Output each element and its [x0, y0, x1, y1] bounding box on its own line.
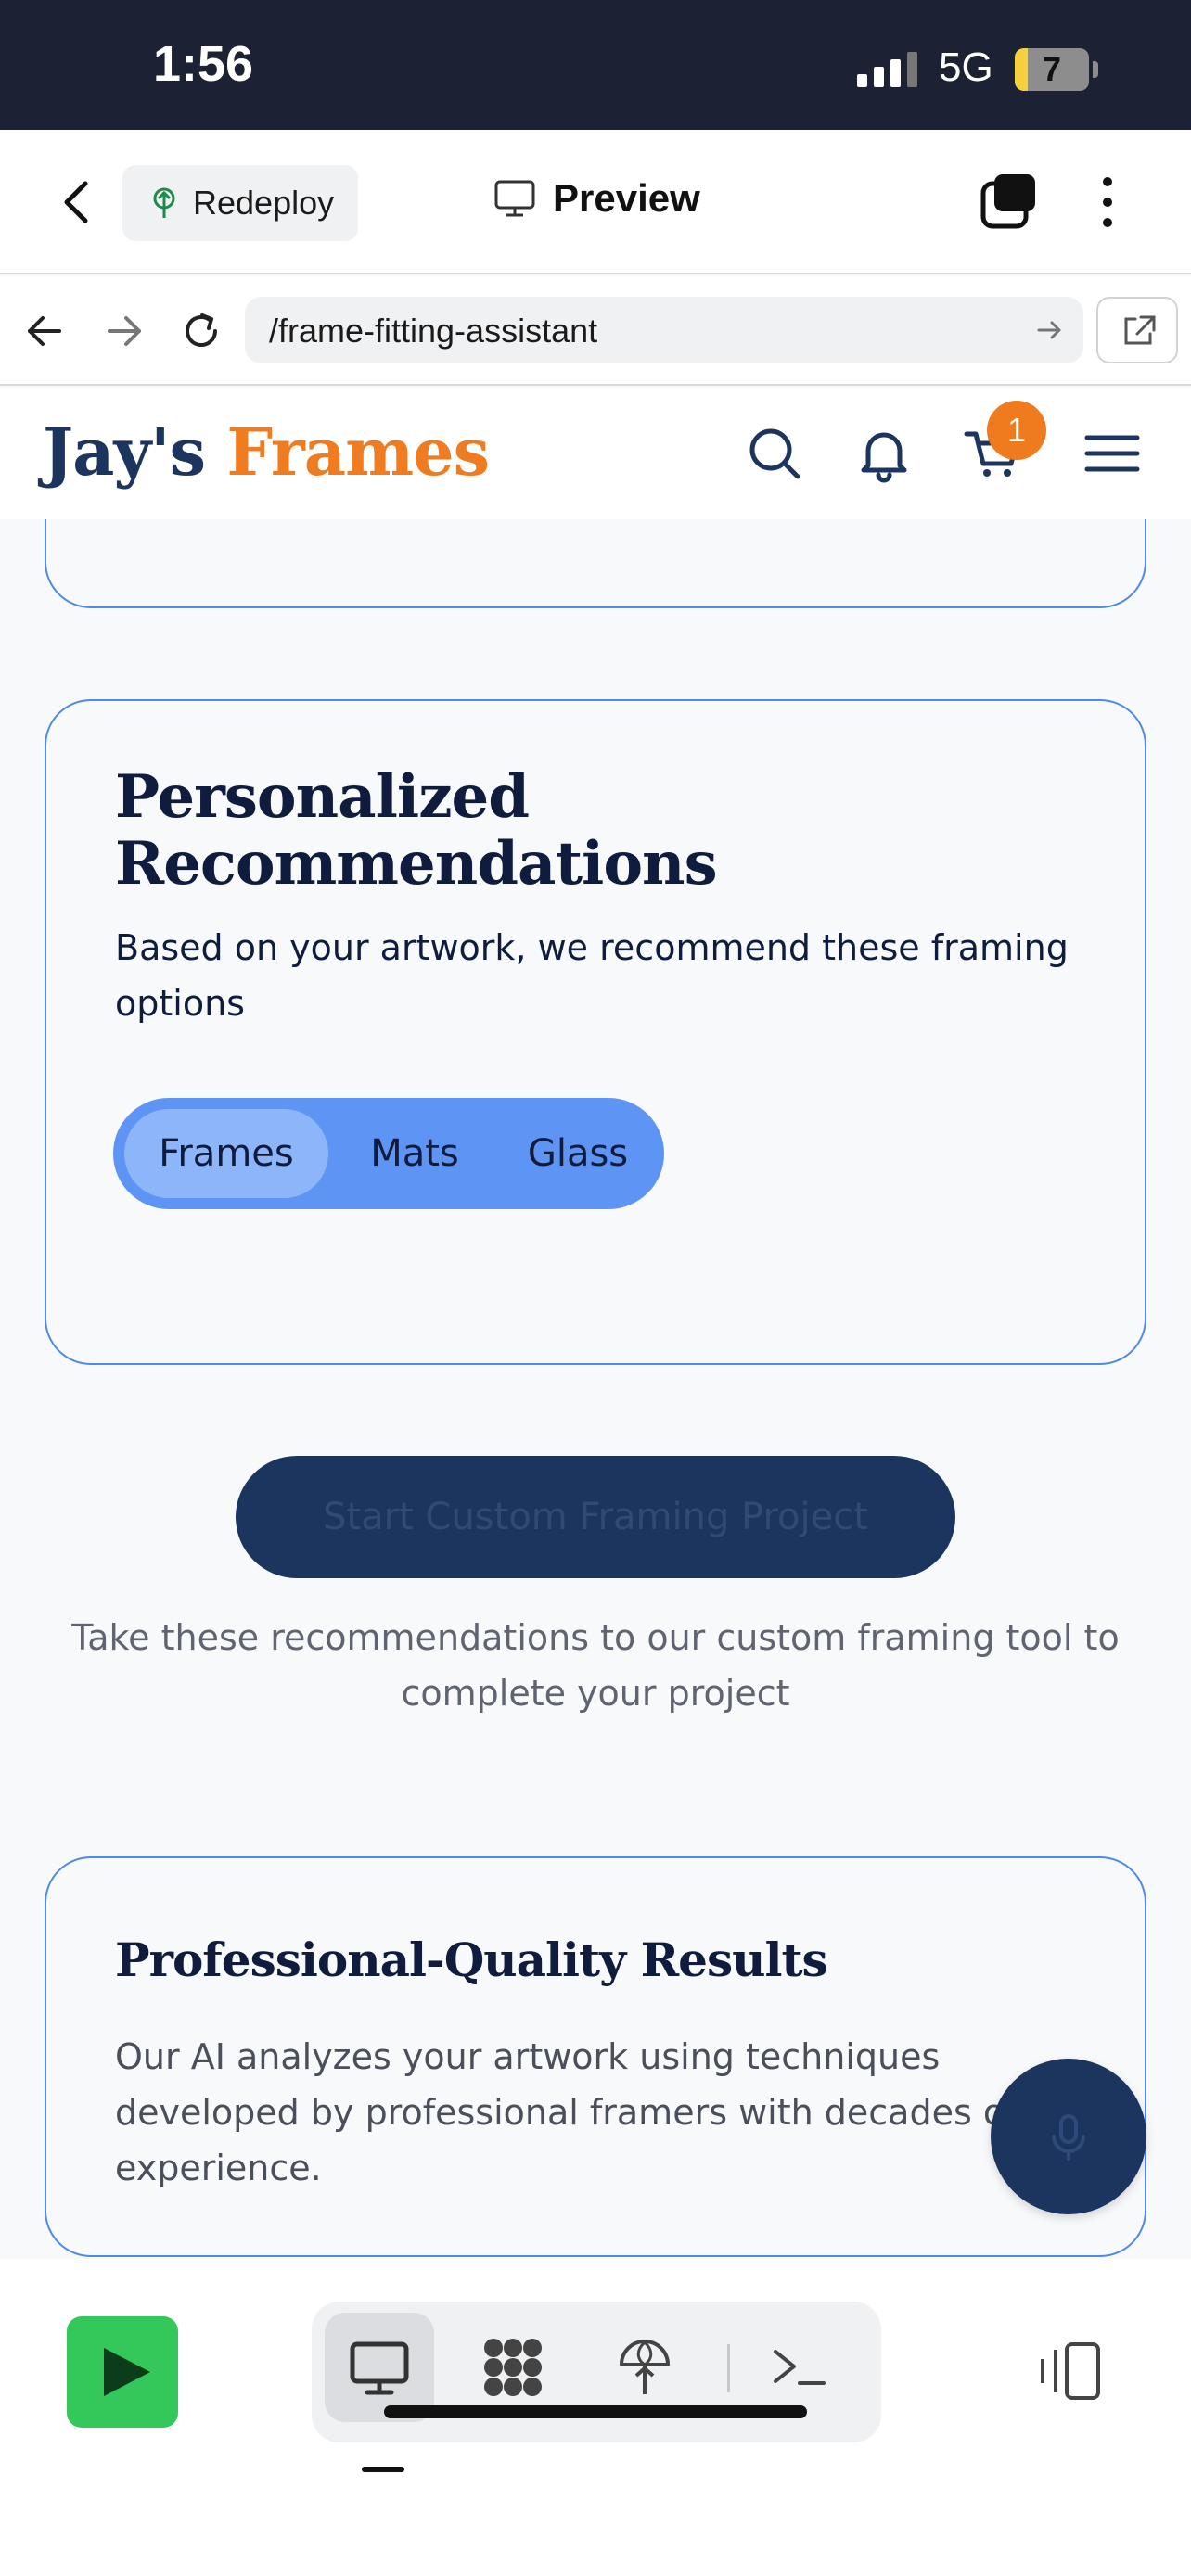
desktop-icon [350, 2341, 409, 2395]
battery-tip [1093, 61, 1098, 78]
network-label: 5G [939, 45, 993, 90]
logo-part-2: Frames [226, 414, 490, 491]
tabs-icon[interactable] [980, 172, 1039, 232]
toolbar-divider [727, 2344, 730, 2392]
professional-quality-body: Our AI analyzes your artwork using techn… [115, 2036, 1018, 2188]
monitor-icon [494, 180, 535, 217]
redeploy-label: Redeploy [193, 184, 335, 222]
home-indicator [384, 2405, 807, 2418]
voice-assistant-button[interactable] [991, 2059, 1146, 2214]
recommendations-card: Personalized Recommendations Based on yo… [45, 699, 1146, 1365]
layout-toggle-icon[interactable] [1035, 2339, 1102, 2404]
recommendation-tabs: Frames Mats Glass [113, 1098, 664, 1209]
redeploy-button[interactable]: Redeploy [122, 165, 358, 241]
cta-note: Take these recommendations to our custom… [71, 1617, 1120, 1714]
external-link-icon [1124, 315, 1156, 345]
view-switcher [312, 2302, 881, 2442]
deploy-icon [153, 187, 175, 218]
status-time: 1:56 [153, 36, 254, 92]
logo-part-1: Jay's [43, 414, 206, 491]
editor-toolbar: Redeploy Preview [0, 130, 1191, 274]
terminal-icon [774, 2350, 826, 2385]
bottom-toolbar [0, 2259, 1191, 2576]
tab-frames[interactable]: Frames [124, 1109, 328, 1198]
go-arrow-icon[interactable] [1035, 315, 1065, 345]
browser-url-bar: /frame-fitting-assistant [0, 276, 1191, 386]
site-logo[interactable]: Jay's Frames [43, 414, 490, 491]
more-icon[interactable] [1095, 172, 1121, 232]
run-button[interactable] [67, 2316, 178, 2428]
open-external-button[interactable] [1096, 297, 1178, 363]
grid-icon [484, 2339, 542, 2396]
recommendations-subtitle: Based on your artwork, we recommend thes… [115, 927, 1069, 1024]
professional-quality-card: Professional-Quality Results Our AI anal… [45, 1856, 1146, 2257]
play-icon [104, 2348, 150, 2396]
active-tab-indicator [362, 2467, 404, 2472]
search-icon[interactable] [742, 421, 807, 486]
battery-level: 7 [1042, 50, 1062, 88]
browser-back-icon[interactable] [22, 308, 69, 354]
start-custom-framing-button[interactable]: Start Custom Framing Project [236, 1456, 955, 1578]
recommendations-title: Personalized Recommendations [115, 762, 718, 899]
reload-icon[interactable] [178, 308, 224, 354]
battery-icon: 7 [1015, 48, 1089, 91]
menu-icon[interactable] [1080, 421, 1145, 486]
bell-icon[interactable] [852, 421, 916, 486]
preview-label: Preview [553, 176, 700, 220]
preview-title[interactable]: Preview [493, 176, 700, 221]
tab-mats[interactable]: Mats [336, 1109, 493, 1198]
status-bar: 1:56 5G 7 [0, 0, 1191, 130]
deploy-icon [620, 2340, 670, 2394]
signal-icon [857, 50, 917, 87]
back-icon[interactable] [56, 178, 96, 226]
tab-glass[interactable]: Glass [499, 1109, 657, 1198]
microphone-icon [1052, 2114, 1085, 2161]
cart-count-badge: 1 [987, 401, 1046, 460]
url-input[interactable]: /frame-fitting-assistant [245, 297, 1083, 363]
browser-forward-icon[interactable] [100, 308, 147, 354]
professional-quality-title: Professional-Quality Results [115, 1932, 828, 1987]
url-text: /frame-fitting-assistant [269, 312, 598, 350]
